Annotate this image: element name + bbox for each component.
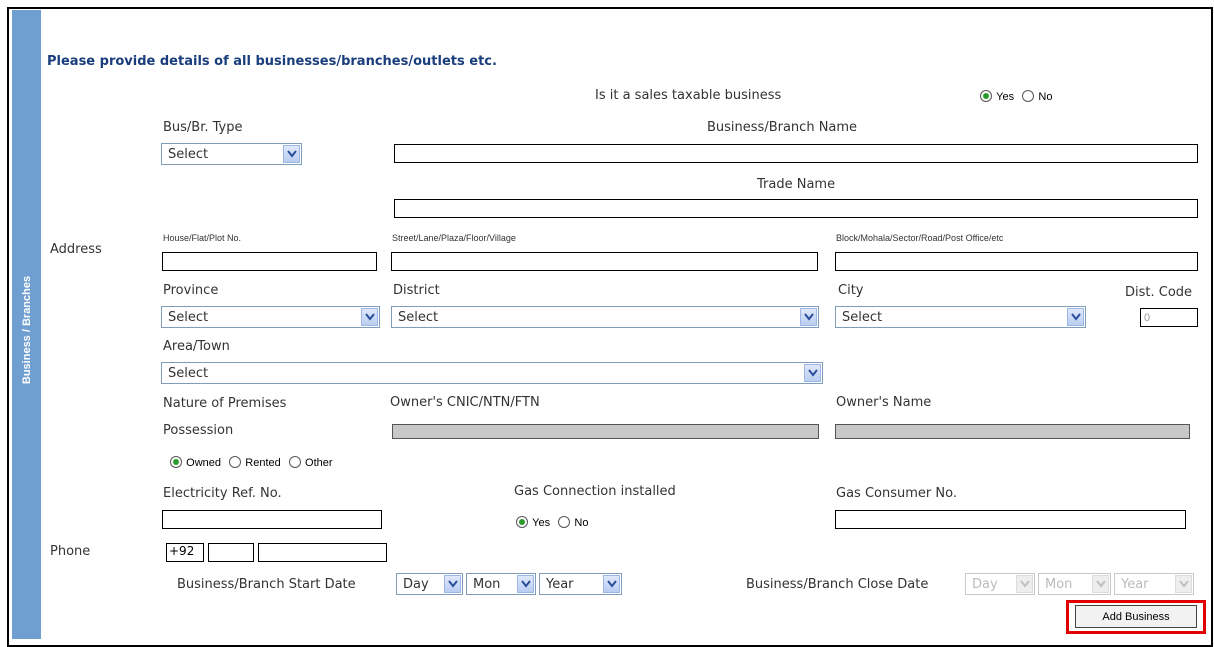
possession-rented-radio[interactable] bbox=[229, 456, 242, 468]
premises-label: Nature of Premises bbox=[163, 396, 287, 411]
possession-label: Possession bbox=[163, 423, 234, 438]
district-select[interactable]: Select bbox=[391, 306, 819, 328]
district-value: Select bbox=[398, 310, 439, 325]
sales-taxable-no-radio[interactable] bbox=[1022, 90, 1035, 102]
phone-country-code: +92 bbox=[166, 543, 204, 562]
gas-no-radio[interactable] bbox=[558, 516, 571, 528]
owner-name-input bbox=[835, 424, 1190, 439]
sales-taxable-label: Is it a sales taxable business bbox=[595, 88, 782, 103]
close-day-value: Day bbox=[972, 577, 998, 592]
gas-connection-label: Gas Connection installed bbox=[514, 484, 676, 499]
start-date-label: Business/Branch Start Date bbox=[177, 577, 356, 592]
chevron-down-icon bbox=[283, 145, 300, 163]
close-month-value: Mon bbox=[1045, 577, 1073, 592]
chevron-down-icon bbox=[800, 308, 817, 326]
bus-type-label: Bus/Br. Type bbox=[163, 120, 243, 135]
city-value: Select bbox=[842, 310, 883, 325]
electricity-input[interactable] bbox=[162, 510, 382, 529]
area-label: Area/Town bbox=[163, 339, 230, 354]
gas-yes-label: Yes bbox=[532, 517, 551, 529]
district-label: District bbox=[393, 283, 440, 298]
chevron-down-icon bbox=[1067, 308, 1084, 326]
chevron-down-icon bbox=[361, 308, 378, 326]
section-sidebar-label: Business / Branches bbox=[21, 275, 33, 385]
city-select[interactable]: Select bbox=[835, 306, 1086, 328]
possession-radio-group: Owned Rented Other bbox=[170, 455, 337, 470]
close-month-select: Mon bbox=[1038, 573, 1111, 595]
dist-code-input[interactable] bbox=[1140, 308, 1198, 327]
sales-taxable-no-label: No bbox=[1038, 91, 1053, 103]
owner-cnic-label: Owner's CNIC/NTN/FTN bbox=[390, 395, 540, 410]
chevron-down-icon bbox=[1175, 575, 1192, 593]
gas-no-label: No bbox=[574, 517, 589, 529]
bus-type-select[interactable]: Select bbox=[161, 143, 302, 165]
dist-code-label: Dist. Code bbox=[1125, 285, 1193, 300]
chevron-down-icon bbox=[444, 575, 461, 593]
add-business-button[interactable]: Add Business bbox=[1075, 605, 1197, 628]
start-month-select[interactable]: Mon bbox=[466, 573, 536, 595]
area-select[interactable]: Select bbox=[161, 362, 823, 384]
owner-name-label: Owner's Name bbox=[836, 395, 932, 410]
possession-rented-label: Rented bbox=[245, 457, 281, 469]
phone-number-input[interactable] bbox=[258, 543, 387, 562]
close-day-select: Day bbox=[965, 573, 1035, 595]
block-label: Block/Mohala/Sector/Road/Post Office/etc bbox=[836, 233, 1004, 243]
chevron-down-icon bbox=[1092, 575, 1109, 593]
sales-taxable-yes-label: Yes bbox=[996, 91, 1015, 103]
phone-label: Phone bbox=[50, 544, 91, 559]
chevron-down-icon bbox=[517, 575, 534, 593]
start-year-value: Year bbox=[546, 577, 574, 592]
area-value: Select bbox=[168, 366, 209, 381]
dist-code-value[interactable] bbox=[1141, 309, 1197, 326]
sales-taxable-yes-radio[interactable] bbox=[980, 90, 992, 102]
province-label: Province bbox=[163, 283, 219, 298]
house-input[interactable] bbox=[162, 252, 377, 271]
business-name-label: Business/Branch Name bbox=[707, 120, 858, 135]
start-day-select[interactable]: Day bbox=[396, 573, 463, 595]
city-label: City bbox=[838, 283, 864, 298]
province-value: Select bbox=[168, 310, 209, 325]
possession-other-radio[interactable] bbox=[288, 456, 301, 468]
sales-taxable-radio-group: Yes No bbox=[980, 89, 1056, 104]
street-label: Street/Lane/Plaza/Floor/Village bbox=[392, 233, 516, 243]
possession-owned-label: Owned bbox=[186, 457, 221, 469]
possession-other-label: Other bbox=[305, 457, 333, 469]
address-label: Address bbox=[50, 242, 102, 257]
gas-consumer-label: Gas Consumer No. bbox=[836, 486, 957, 501]
gas-consumer-input[interactable] bbox=[835, 510, 1186, 529]
start-month-value: Mon bbox=[473, 577, 501, 592]
trade-name-label: Trade Name bbox=[757, 177, 836, 192]
chevron-down-icon bbox=[804, 364, 821, 382]
trade-name-input[interactable] bbox=[394, 199, 1198, 218]
close-year-select: Year bbox=[1114, 573, 1194, 595]
start-day-value: Day bbox=[403, 577, 429, 592]
owner-cnic-input bbox=[392, 424, 819, 439]
chevron-down-icon bbox=[603, 575, 620, 593]
street-input[interactable] bbox=[391, 252, 818, 271]
start-year-select[interactable]: Year bbox=[539, 573, 622, 595]
block-input[interactable] bbox=[835, 252, 1198, 271]
business-name-input[interactable] bbox=[394, 144, 1198, 163]
page-heading: Please provide details of all businesses… bbox=[47, 54, 497, 69]
house-label: House/Flat/Plot No. bbox=[163, 233, 242, 243]
close-date-label: Business/Branch Close Date bbox=[746, 577, 929, 592]
phone-area-code-input[interactable] bbox=[208, 543, 254, 562]
possession-owned-radio[interactable] bbox=[170, 456, 182, 468]
chevron-down-icon bbox=[1016, 575, 1033, 593]
gas-connection-radio-group: Yes No bbox=[516, 515, 592, 530]
province-select[interactable]: Select bbox=[161, 306, 380, 328]
close-year-value: Year bbox=[1121, 577, 1149, 592]
bus-type-value: Select bbox=[168, 147, 209, 162]
gas-yes-radio[interactable] bbox=[516, 516, 528, 528]
electricity-label: Electricity Ref. No. bbox=[163, 486, 282, 501]
